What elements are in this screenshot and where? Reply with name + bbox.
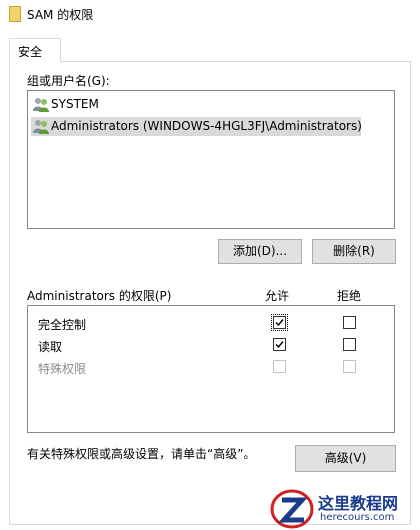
- permissions-list: 完全控制 读取 特殊权限: [27, 305, 395, 433]
- allow-read-checkbox[interactable]: [273, 338, 286, 351]
- advanced-button[interactable]: 高级(V): [295, 445, 396, 472]
- checkmark-icon: [275, 341, 284, 349]
- permission-label-special: 特殊权限: [38, 362, 87, 376]
- list-item-system[interactable]: SYSTEM: [31, 95, 361, 114]
- groups-label: 组或用户名(G):: [27, 74, 110, 88]
- users-listbox[interactable]: SYSTEM Administrators (WINDOWS-4HGL3FJ\A…: [27, 90, 395, 229]
- deny-full-control-checkbox[interactable]: [343, 316, 356, 329]
- deny-read-checkbox[interactable]: [343, 338, 356, 351]
- permission-label-read: 读取: [38, 340, 63, 354]
- tab-security-label: 安全: [18, 45, 43, 59]
- tab-security[interactable]: 安全: [9, 38, 61, 62]
- allow-special-checkbox: [273, 360, 286, 373]
- permission-label-full-control: 完全控制: [38, 318, 87, 332]
- allow-full-control-checkbox[interactable]: [271, 314, 288, 331]
- list-item-administrators[interactable]: Administrators (WINDOWS-4HGL3FJ\Administ…: [31, 117, 362, 136]
- checkmark-icon: [275, 319, 284, 327]
- watermark-z-icon: [270, 489, 314, 529]
- add-button[interactable]: 添加(D)...: [218, 239, 302, 264]
- allow-header: 允许: [265, 289, 290, 303]
- user-group-icon: [33, 120, 49, 134]
- user-label: SYSTEM: [51, 97, 99, 111]
- user-label: Administrators (WINDOWS-4HGL3FJ\Administ…: [51, 119, 362, 133]
- deny-special-checkbox: [343, 360, 356, 373]
- file-icon: [9, 6, 21, 22]
- deny-header: 拒绝: [337, 289, 362, 303]
- user-group-icon: [33, 98, 49, 112]
- title-bar: SAM 的权限: [0, 0, 420, 28]
- window-title: SAM 的权限: [27, 8, 94, 22]
- advanced-hint: 有关特殊权限或高级设置，请单击“高级”。: [27, 447, 256, 461]
- permissions-header: Administrators 的权限(P): [27, 289, 172, 303]
- remove-button[interactable]: 删除(R): [312, 239, 396, 264]
- watermark-logo: 这里教程网 herecours.com: [270, 488, 420, 530]
- watermark-url: herecours.com: [320, 512, 395, 523]
- watermark-name: 这里教程网: [318, 494, 399, 513]
